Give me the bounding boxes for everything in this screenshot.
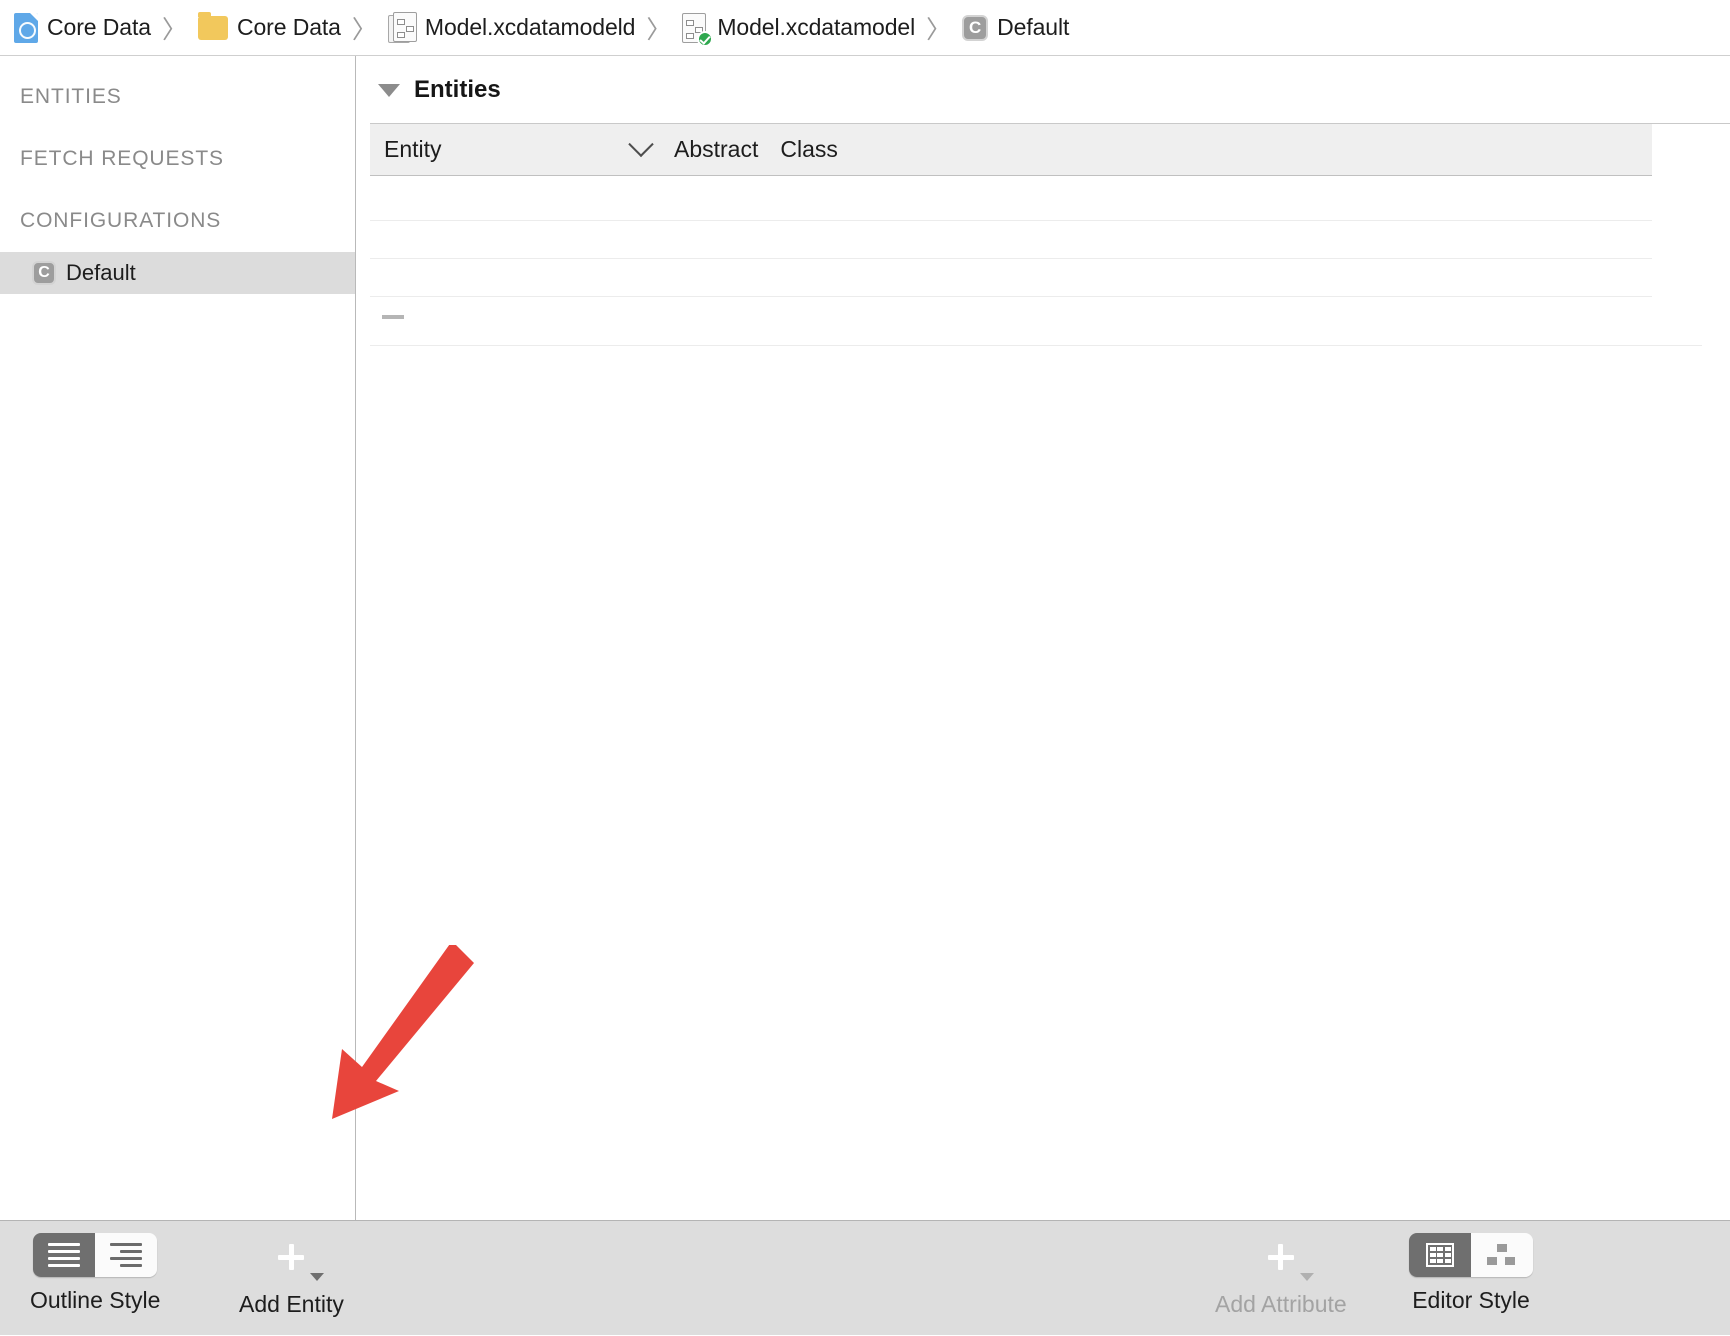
add-entity-button[interactable] (267, 1233, 325, 1281)
breadcrumb-separator-icon: 〉 (926, 15, 952, 44)
add-attribute-label: Add Attribute (1215, 1291, 1347, 1317)
empty-placeholder-dash (382, 315, 404, 319)
table-view-icon (1426, 1243, 1454, 1267)
hierarchical-list-icon (110, 1239, 143, 1271)
outline-style-segment-hierarchical[interactable] (95, 1233, 158, 1277)
editor-style-label: Editor Style (1412, 1287, 1530, 1313)
model-outline-sidebar: ENTITIES FETCH REQUESTS CONFIGURATIONS C… (0, 56, 356, 1220)
sidebar-section-entities[interactable]: ENTITIES (0, 66, 355, 128)
xcode-project-icon (14, 12, 38, 43)
column-header-abstract[interactable]: Abstract (674, 136, 758, 163)
table-row[interactable] (370, 176, 1652, 221)
outline-style-control: Outline Style (30, 1233, 160, 1314)
folder-icon (197, 11, 228, 40)
datamodel-document-checked-icon (682, 12, 714, 47)
editor-style-control: Editor Style (1409, 1233, 1533, 1314)
chevron-down-icon[interactable] (628, 131, 654, 157)
sidebar-section-configurations[interactable]: CONFIGURATIONS (0, 190, 355, 252)
column-header-entity[interactable]: Entity (384, 136, 632, 163)
outline-style-segmented-control[interactable] (33, 1233, 158, 1277)
flat-list-icon (48, 1239, 81, 1271)
editor-split-view: ENTITIES FETCH REQUESTS CONFIGURATIONS C… (0, 56, 1730, 1220)
green-check-badge-icon (697, 30, 714, 47)
breadcrumb-label: Default (997, 14, 1070, 40)
breadcrumb-label: Core Data (47, 14, 151, 40)
add-attribute-button[interactable] (1257, 1233, 1314, 1281)
breadcrumb-item-configuration[interactable]: C Default (962, 14, 1069, 41)
add-entity-control: Add Entity (239, 1233, 344, 1318)
editor-style-segmented-control[interactable] (1409, 1233, 1533, 1277)
breadcrumb: Core Data 〉 Core Data 〉 Model.xcdatamode… (0, 0, 1730, 56)
entities-section-header[interactable]: Entities (356, 56, 1730, 104)
table-empty-footer (370, 297, 1702, 346)
sidebar-item-default-configuration[interactable]: C Default (0, 252, 355, 294)
breadcrumb-item-project[interactable]: Core Data (14, 12, 151, 43)
breadcrumb-separator-icon: 〉 (351, 15, 377, 44)
add-entity-label: Add Entity (239, 1291, 344, 1317)
breadcrumb-separator-icon: 〉 (646, 15, 672, 44)
table-row[interactable] (370, 221, 1652, 259)
breadcrumb-label: Core Data (236, 14, 341, 40)
breadcrumb-item-folder[interactable]: Core Data (197, 11, 341, 41)
breadcrumb-item-datamodeld[interactable]: Model.xcdatamodeld (387, 11, 636, 44)
entities-table: Entity Abstract Class (370, 123, 1730, 346)
outline-style-segment-flat-list[interactable] (33, 1233, 96, 1277)
datamodel-bundle-icon (387, 11, 417, 44)
graph-view-icon (1487, 1243, 1517, 1267)
breadcrumb-label: Model.xcdatamodeld (424, 14, 636, 40)
editor-style-segment-table[interactable] (1409, 1233, 1471, 1277)
chevron-down-icon[interactable] (1299, 1273, 1314, 1281)
entities-editor-pane: Entities Entity Abstract Class (356, 56, 1730, 1220)
sidebar-section-fetch-requests[interactable]: FETCH REQUESTS (0, 128, 355, 190)
chevron-down-icon[interactable] (310, 1273, 325, 1281)
page-title: Entities (414, 76, 501, 103)
table-header-row: Entity Abstract Class (370, 124, 1652, 176)
breadcrumb-label: Model.xcdatamodel (717, 14, 916, 40)
editor-bottom-toolbar: Outline Style Add Entity Add Attribute E… (0, 1220, 1730, 1335)
disclosure-triangle-down-icon[interactable] (378, 83, 400, 97)
outline-style-label: Outline Style (30, 1287, 161, 1313)
sidebar-item-label: Default (66, 260, 136, 285)
table-row[interactable] (370, 259, 1652, 297)
breadcrumb-separator-icon: 〉 (161, 15, 187, 44)
column-header-class[interactable]: Class (780, 136, 838, 163)
add-attribute-control: Add Attribute (1215, 1233, 1347, 1318)
configuration-icon: C (32, 261, 56, 285)
breadcrumb-item-datamodel[interactable]: Model.xcdatamodel (682, 12, 916, 47)
editor-style-segment-graph[interactable] (1471, 1233, 1533, 1277)
configuration-icon: C (962, 14, 989, 41)
